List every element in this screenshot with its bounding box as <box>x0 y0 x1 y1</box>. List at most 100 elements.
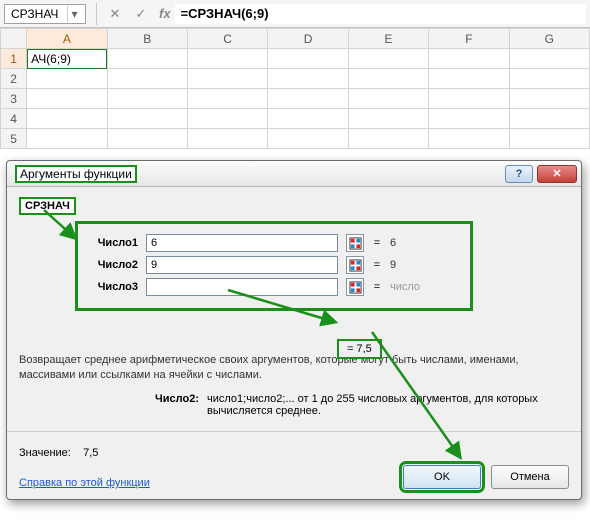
function-name: СРЗНАЧ <box>19 197 76 215</box>
cell[interactable] <box>268 109 348 129</box>
cell[interactable] <box>429 129 509 149</box>
cell-E1[interactable] <box>348 49 428 69</box>
name-box-value: СРЗНАЧ <box>11 7 58 21</box>
cell[interactable] <box>348 129 428 149</box>
cell-C1[interactable] <box>187 49 267 69</box>
formula-bar: СРЗНАЧ ▾ ✕ ✓ fx =СРЗНАЧ(6;9) <box>0 0 590 28</box>
cell[interactable] <box>107 69 187 89</box>
arg3-label: Число3 <box>86 281 138 293</box>
cell[interactable] <box>187 69 267 89</box>
cell[interactable] <box>509 129 589 149</box>
name-box[interactable]: СРЗНАЧ ▾ <box>4 4 86 24</box>
cell[interactable] <box>27 89 107 109</box>
row-header-4[interactable]: 4 <box>1 109 27 129</box>
row-header-5[interactable]: 5 <box>1 129 27 149</box>
formula-bar-icons: ✕ ✓ fx <box>107 6 171 22</box>
cell[interactable] <box>187 129 267 149</box>
dialog-titlebar[interactable]: Аргументы функции ? ✕ <box>7 161 581 187</box>
cell[interactable] <box>187 89 267 109</box>
col-header-E[interactable]: E <box>348 29 428 49</box>
cell[interactable] <box>27 109 107 129</box>
col-header-G[interactable]: G <box>509 29 589 49</box>
cell[interactable] <box>27 129 107 149</box>
cell[interactable] <box>268 129 348 149</box>
accept-formula-icon[interactable]: ✓ <box>133 6 149 22</box>
cell[interactable] <box>27 69 107 89</box>
name-box-dropdown-icon[interactable]: ▾ <box>67 6 81 22</box>
cell[interactable] <box>268 89 348 109</box>
formula-input[interactable]: =СРЗНАЧ(6;9) <box>175 4 586 24</box>
cell-G1[interactable] <box>509 49 589 69</box>
argument-help-text: число1;число2;... от 1 до 255 числовых а… <box>207 393 569 417</box>
arg3-result: число <box>390 281 420 293</box>
function-description: Возвращает среднее арифметическое своих … <box>19 353 569 383</box>
separator <box>96 3 97 25</box>
cancel-button[interactable]: Отмена <box>491 465 569 489</box>
col-header-A[interactable]: A <box>27 29 107 49</box>
cell-D1[interactable] <box>268 49 348 69</box>
result-row: Значение: 7,5 <box>19 447 150 459</box>
arg1-input[interactable]: 6 <box>146 234 338 252</box>
dialog-title: Аргументы функции <box>15 165 137 183</box>
col-header-F[interactable]: F <box>429 29 509 49</box>
cell-F1[interactable] <box>429 49 509 69</box>
col-header-D[interactable]: D <box>268 29 348 49</box>
argument-help-label: Число2: <box>19 393 207 417</box>
arg3-ref-button[interactable] <box>346 278 364 296</box>
arg1-result: 6 <box>390 237 396 249</box>
arg-row-2: Число2 9 = 9 <box>86 256 462 274</box>
row-header-2[interactable]: 2 <box>1 69 27 89</box>
equals-icon: = <box>372 237 382 249</box>
dialog-buttons: OK Отмена <box>403 465 569 489</box>
interim-result: = 7,5 <box>337 339 382 359</box>
cell[interactable] <box>268 69 348 89</box>
cell[interactable] <box>107 109 187 129</box>
arg1-ref-button[interactable] <box>346 234 364 252</box>
cell[interactable] <box>348 89 428 109</box>
cell[interactable] <box>509 109 589 129</box>
equals-icon: = <box>372 281 382 293</box>
window-buttons: ? ✕ <box>505 165 581 183</box>
dialog-footer: Значение: 7,5 Справка по этой функции OK… <box>19 447 569 489</box>
arg-row-3: Число3 = число <box>86 278 462 296</box>
ok-button[interactable]: OK <box>403 465 481 489</box>
cell[interactable] <box>107 129 187 149</box>
result-value: 7,5 <box>83 447 98 459</box>
cell[interactable] <box>509 89 589 109</box>
arg-row-1: Число1 6 = 6 <box>86 234 462 252</box>
help-button[interactable]: ? <box>505 165 533 183</box>
dialog-separator <box>7 431 581 432</box>
arg2-ref-button[interactable] <box>346 256 364 274</box>
col-header-B[interactable]: B <box>107 29 187 49</box>
cell[interactable] <box>429 89 509 109</box>
spreadsheet-grid[interactable]: A B C D E F G 1 АЧ(6;9) 2 3 4 5 <box>0 28 590 149</box>
cell[interactable] <box>187 109 267 129</box>
footer-left: Значение: 7,5 Справка по этой функции <box>19 447 150 489</box>
arg2-result: 9 <box>390 259 396 271</box>
cell[interactable] <box>348 69 428 89</box>
cell[interactable] <box>348 109 428 129</box>
fx-icon[interactable]: fx <box>159 6 171 21</box>
argument-help: Число2: число1;число2;... от 1 до 255 чи… <box>19 393 569 417</box>
function-help-link[interactable]: Справка по этой функции <box>19 477 150 489</box>
cell[interactable] <box>429 109 509 129</box>
row-header-3[interactable]: 3 <box>1 89 27 109</box>
cell-A1[interactable]: АЧ(6;9) <box>27 49 107 69</box>
cell-B1[interactable] <box>107 49 187 69</box>
arg2-label: Число2 <box>86 259 138 271</box>
cell[interactable] <box>429 69 509 89</box>
arg3-input[interactable] <box>146 278 338 296</box>
select-all-corner[interactable] <box>1 29 27 49</box>
row-header-1[interactable]: 1 <box>1 49 27 69</box>
cell[interactable] <box>107 89 187 109</box>
arg2-input[interactable]: 9 <box>146 256 338 274</box>
function-arguments-dialog: Аргументы функции ? ✕ СРЗНАЧ Число1 6 = … <box>6 160 582 500</box>
arguments-box: Число1 6 = 6 Число2 9 = 9 Число3 = число <box>75 221 473 311</box>
arg1-label: Число1 <box>86 237 138 249</box>
equals-icon: = <box>372 259 382 271</box>
col-header-C[interactable]: C <box>187 29 267 49</box>
close-button[interactable]: ✕ <box>537 165 577 183</box>
result-label: Значение: <box>19 447 71 459</box>
cancel-formula-icon[interactable]: ✕ <box>107 6 123 22</box>
cell[interactable] <box>509 69 589 89</box>
